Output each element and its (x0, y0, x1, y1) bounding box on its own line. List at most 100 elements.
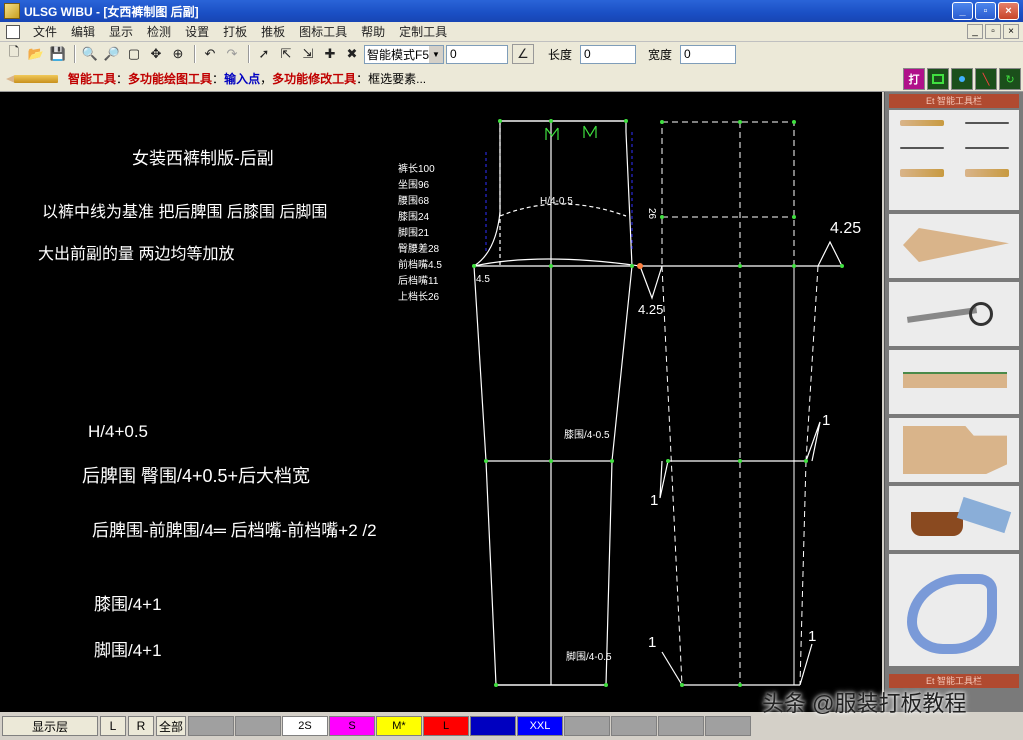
size-cell[interactable] (188, 716, 234, 736)
canvas-title: 女装西裤制版-后副 (132, 149, 274, 168)
curve-ruler-icon[interactable] (889, 554, 1019, 666)
pattern-piece-card[interactable] (889, 418, 1019, 482)
size-cell[interactable]: M* (376, 716, 422, 736)
measure-item: 膝围24 (398, 212, 430, 223)
menu-icon-tools[interactable]: 图标工具 (292, 23, 354, 40)
undo-icon[interactable]: ↶ (200, 44, 220, 64)
panel-header: Et 智能工具栏 (889, 94, 1019, 108)
dart-right (583, 125, 597, 138)
mode-select[interactable]: 智能模式F5 ▼ (364, 44, 444, 64)
doc-restore-button[interactable]: ▫ (985, 24, 1001, 39)
align-points-icon[interactable]: ⇲ (298, 44, 318, 64)
canvas-line2: 大出前副的量 两边均等加放 (38, 246, 235, 263)
menu-grading[interactable]: 推板 (254, 23, 292, 40)
divider-tool-icon[interactable] (954, 135, 1019, 160)
line-tool-icon[interactable]: ╲ (975, 68, 997, 90)
input-point-label: 输入点 (224, 72, 261, 86)
label-foot: 脚围/4-0.5 (566, 652, 612, 663)
canvas-diff-formula: 后脾围-前脾围/4═ 后档嘴-前档嘴+2 /2 (92, 521, 377, 540)
zoom-all-icon[interactable]: ⊕ (168, 44, 188, 64)
chevron-down-icon: ▼ (429, 45, 443, 63)
menu-view[interactable]: 显示 (102, 23, 140, 40)
size-cell[interactable]: 2S (282, 716, 328, 736)
menu-file[interactable]: 文件 (26, 23, 64, 40)
angle-icon[interactable]: ∠ (512, 44, 534, 64)
layers-button[interactable]: 显示层 (2, 716, 98, 736)
zoom-in-icon[interactable]: 🔎 (102, 44, 122, 64)
tape-tool-icon[interactable] (954, 160, 1019, 185)
watermark: 头条 @服装打板教程 (762, 691, 967, 716)
dart-left (545, 127, 559, 140)
size-cell[interactable] (235, 716, 281, 736)
canvas-knee: 膝围/4+1 (94, 595, 162, 614)
canvas-h4: H/4+0.5 (88, 422, 149, 441)
width-label: 宽度 (648, 47, 673, 62)
measure-item: 裤长100 (398, 164, 435, 175)
zoom-out-icon[interactable]: 🔍 (80, 44, 100, 64)
point-tool-icon[interactable] (951, 68, 973, 90)
label-1-knee-right: 1 (822, 412, 831, 429)
size-cell[interactable]: L (423, 716, 469, 736)
pan-icon[interactable]: ✥ (146, 44, 166, 64)
menu-pattern[interactable]: 打板 (216, 23, 254, 40)
document-icon[interactable] (6, 24, 20, 39)
drawing-canvas[interactable]: 女装西裤制版-后副 以裤中线为基准 把后脾围 后膝围 后脚围 大出前副的量 两边… (0, 92, 882, 712)
line-tool-icon[interactable] (954, 110, 1019, 135)
maximize-button[interactable]: ▫ (975, 2, 996, 20)
tool-grid (889, 110, 1019, 210)
rectangle-tool-icon[interactable] (927, 68, 949, 90)
menu-bar: 文件 编辑 显示 检测 设置 打板 推板 图标工具 帮助 定制工具 _ ▫ × (0, 22, 1023, 42)
dart-tool-card[interactable] (889, 214, 1019, 278)
delete-point-icon[interactable]: ✖ (342, 44, 362, 64)
menu-settings[interactable]: 设置 (178, 23, 216, 40)
doc-minimize-button[interactable]: _ (967, 24, 983, 39)
menu-help[interactable]: 帮助 (354, 23, 392, 40)
close-button[interactable]: × (998, 2, 1019, 20)
washing-tub-icon[interactable] (889, 486, 1019, 550)
menu-check[interactable]: 检测 (140, 23, 178, 40)
ruler-tool-icon[interactable] (889, 160, 954, 185)
zoom-window-icon[interactable]: ▢ (124, 44, 144, 64)
canvas-line1: 以裤中线为基准 把后脾围 后膝围 后脚围 (42, 204, 328, 221)
measure-item: 前档嘴4.5 (398, 260, 442, 271)
measure-item: 臀腰差28 (398, 244, 440, 255)
menu-custom-tools[interactable]: 定制工具 (392, 23, 454, 40)
size-cell[interactable]: XXL (517, 716, 563, 736)
rotate-tool-icon[interactable]: ↻ (999, 68, 1021, 90)
size-cell[interactable] (705, 716, 751, 736)
redo-icon[interactable]: ↷ (222, 44, 242, 64)
label-h4: H/4-0.5 (540, 196, 573, 207)
length-input[interactable]: 0 (580, 44, 637, 64)
size-cell[interactable] (470, 716, 516, 736)
pattern-mode-button[interactable]: 打 (903, 68, 925, 90)
doc-close-button[interactable]: × (1003, 24, 1019, 39)
size-cell[interactable] (611, 716, 657, 736)
save-icon[interactable]: 💾 (48, 44, 68, 64)
size-cell[interactable] (564, 716, 610, 736)
select-cursor-icon[interactable]: ➚ (254, 44, 274, 64)
width-input[interactable]: 0 (680, 44, 737, 64)
add-point-icon[interactable]: ✚ (320, 44, 340, 64)
menu-edit[interactable]: 编辑 (64, 23, 102, 40)
label-1-knee-left: 1 (650, 492, 659, 509)
right-button[interactable]: R (128, 716, 154, 736)
compass-tool-icon[interactable] (889, 135, 954, 160)
app-window: ULSG WIBU - [女西裤制图 后副] _ ▫ × 文件 编辑 显示 检测… (0, 0, 1023, 740)
size-cell[interactable] (658, 716, 704, 736)
pencil-tool-icon[interactable] (889, 110, 954, 135)
value-input[interactable]: 0 (446, 44, 508, 64)
left-button[interactable]: L (100, 716, 126, 736)
label-4-25-left: 4.25 (638, 302, 664, 317)
canvas-foot: 脚围/4+1 (94, 641, 162, 660)
frame-rect (661, 121, 795, 267)
size-cell[interactable]: S (329, 716, 375, 736)
new-file-icon[interactable]: 🗋 (4, 44, 24, 64)
scissors-icon[interactable] (889, 282, 1019, 346)
label-1-hem-right: 1 (808, 628, 817, 645)
select-label: 框选要素... (368, 72, 427, 86)
notch-tool-card[interactable] (889, 350, 1019, 414)
move-points-icon[interactable]: ⇱ (276, 44, 296, 64)
minimize-button[interactable]: _ (952, 2, 973, 20)
all-button[interactable]: 全部 (156, 716, 186, 736)
open-folder-icon[interactable]: 📂 (26, 44, 46, 64)
